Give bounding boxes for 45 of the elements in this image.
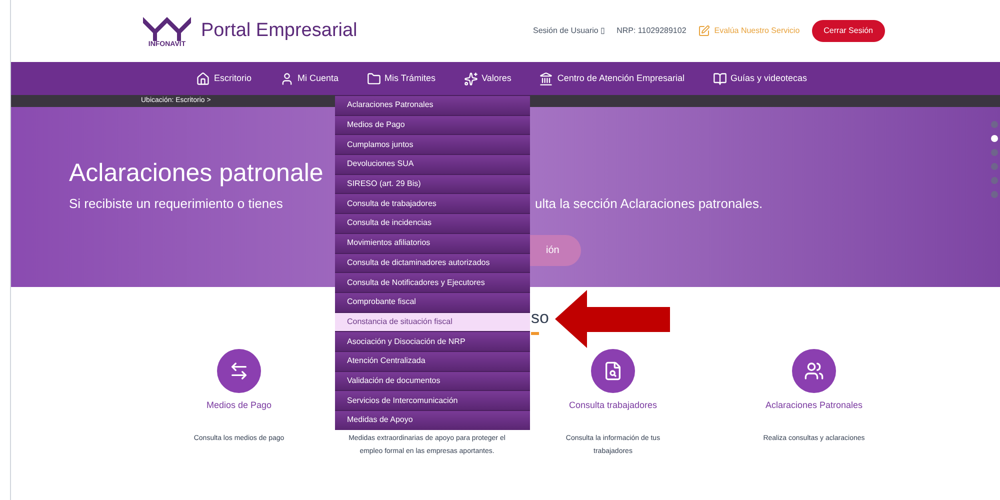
menu-item[interactable]: Cumplamos juntos: [335, 135, 530, 154]
guide-icon: [712, 72, 726, 86]
service-title[interactable]: Consulta trabajadores: [568, 398, 658, 412]
nav-item[interactable]: Mi Cuenta: [280, 72, 339, 86]
nav-item[interactable]: Mis Trámites: [366, 72, 436, 86]
hero-title: Aclaraciones patronale: [69, 158, 324, 189]
menu-item[interactable]: Consulta de trabajadores: [335, 194, 530, 214]
service-title[interactable]: Aclaraciones Patronales: [765, 398, 863, 412]
folder-icon: [366, 72, 381, 86]
session-label[interactable]: Sesión de Usuario ▯: [532, 25, 605, 37]
logo-icon: [141, 14, 193, 40]
logout-button[interactable]: Cerrar Sesión: [812, 20, 885, 42]
portal-title: Portal Empresarial: [201, 18, 358, 43]
heading-underline: [531, 332, 539, 334]
menu-item[interactable]: Atención Centralizada: [335, 352, 530, 371]
menu-item[interactable]: Constancia de situación fiscal: [335, 312, 530, 332]
menu-item[interactable]: Devoluciones SUA: [335, 155, 530, 174]
service-icon[interactable]: [591, 348, 635, 392]
nav-item[interactable]: Guías y videotecas: [712, 72, 808, 86]
menu-item[interactable]: Aclaraciones Patronales: [335, 96, 530, 115]
menu-item[interactable]: Asociación y Disociación de NRP: [335, 332, 530, 351]
service-icon[interactable]: [792, 348, 836, 392]
menu-item[interactable]: Medios de Pago: [335, 116, 530, 134]
menu-item[interactable]: Consulta de dictaminadores autorizados: [335, 254, 530, 272]
home-icon: [196, 72, 210, 86]
stars-icon: [464, 72, 478, 86]
edit-icon: [698, 25, 710, 37]
service-icon[interactable]: [217, 348, 261, 392]
nav-item[interactable]: Centro de Atención Empresarial: [539, 72, 684, 86]
menu-item[interactable]: Servicios de Intercomunicación: [335, 391, 530, 410]
menu-item[interactable]: Consulta de incidencias: [335, 214, 530, 233]
menu-item[interactable]: Validación de documentos: [335, 372, 530, 390]
hero-subtitle: Si recibiste un requerimiento o tienes: [69, 195, 283, 213]
hero-subtitle: ulta la sección Aclaraciones patronales.: [535, 195, 763, 213]
section-heading: so: [531, 307, 549, 329]
nav-item[interactable]: Escritorio: [196, 72, 252, 86]
service-title[interactable]: Medios de Pago: [206, 398, 272, 412]
menu-item[interactable]: Medidas de Apoyo: [335, 411, 530, 430]
menu-item[interactable]: Movimientos afiliatorios: [335, 234, 530, 252]
user-icon: [280, 72, 294, 86]
nav-item[interactable]: Valores: [464, 72, 512, 86]
menu-item[interactable]: Comprobante fiscal: [335, 292, 530, 312]
nrp-label: NRP: 11029289102: [616, 25, 686, 37]
menu-item[interactable]: Consulta de Notificadores y Ejecutores: [335, 273, 530, 292]
menu-item[interactable]: SIRESO (art. 29 Bis): [335, 174, 530, 194]
